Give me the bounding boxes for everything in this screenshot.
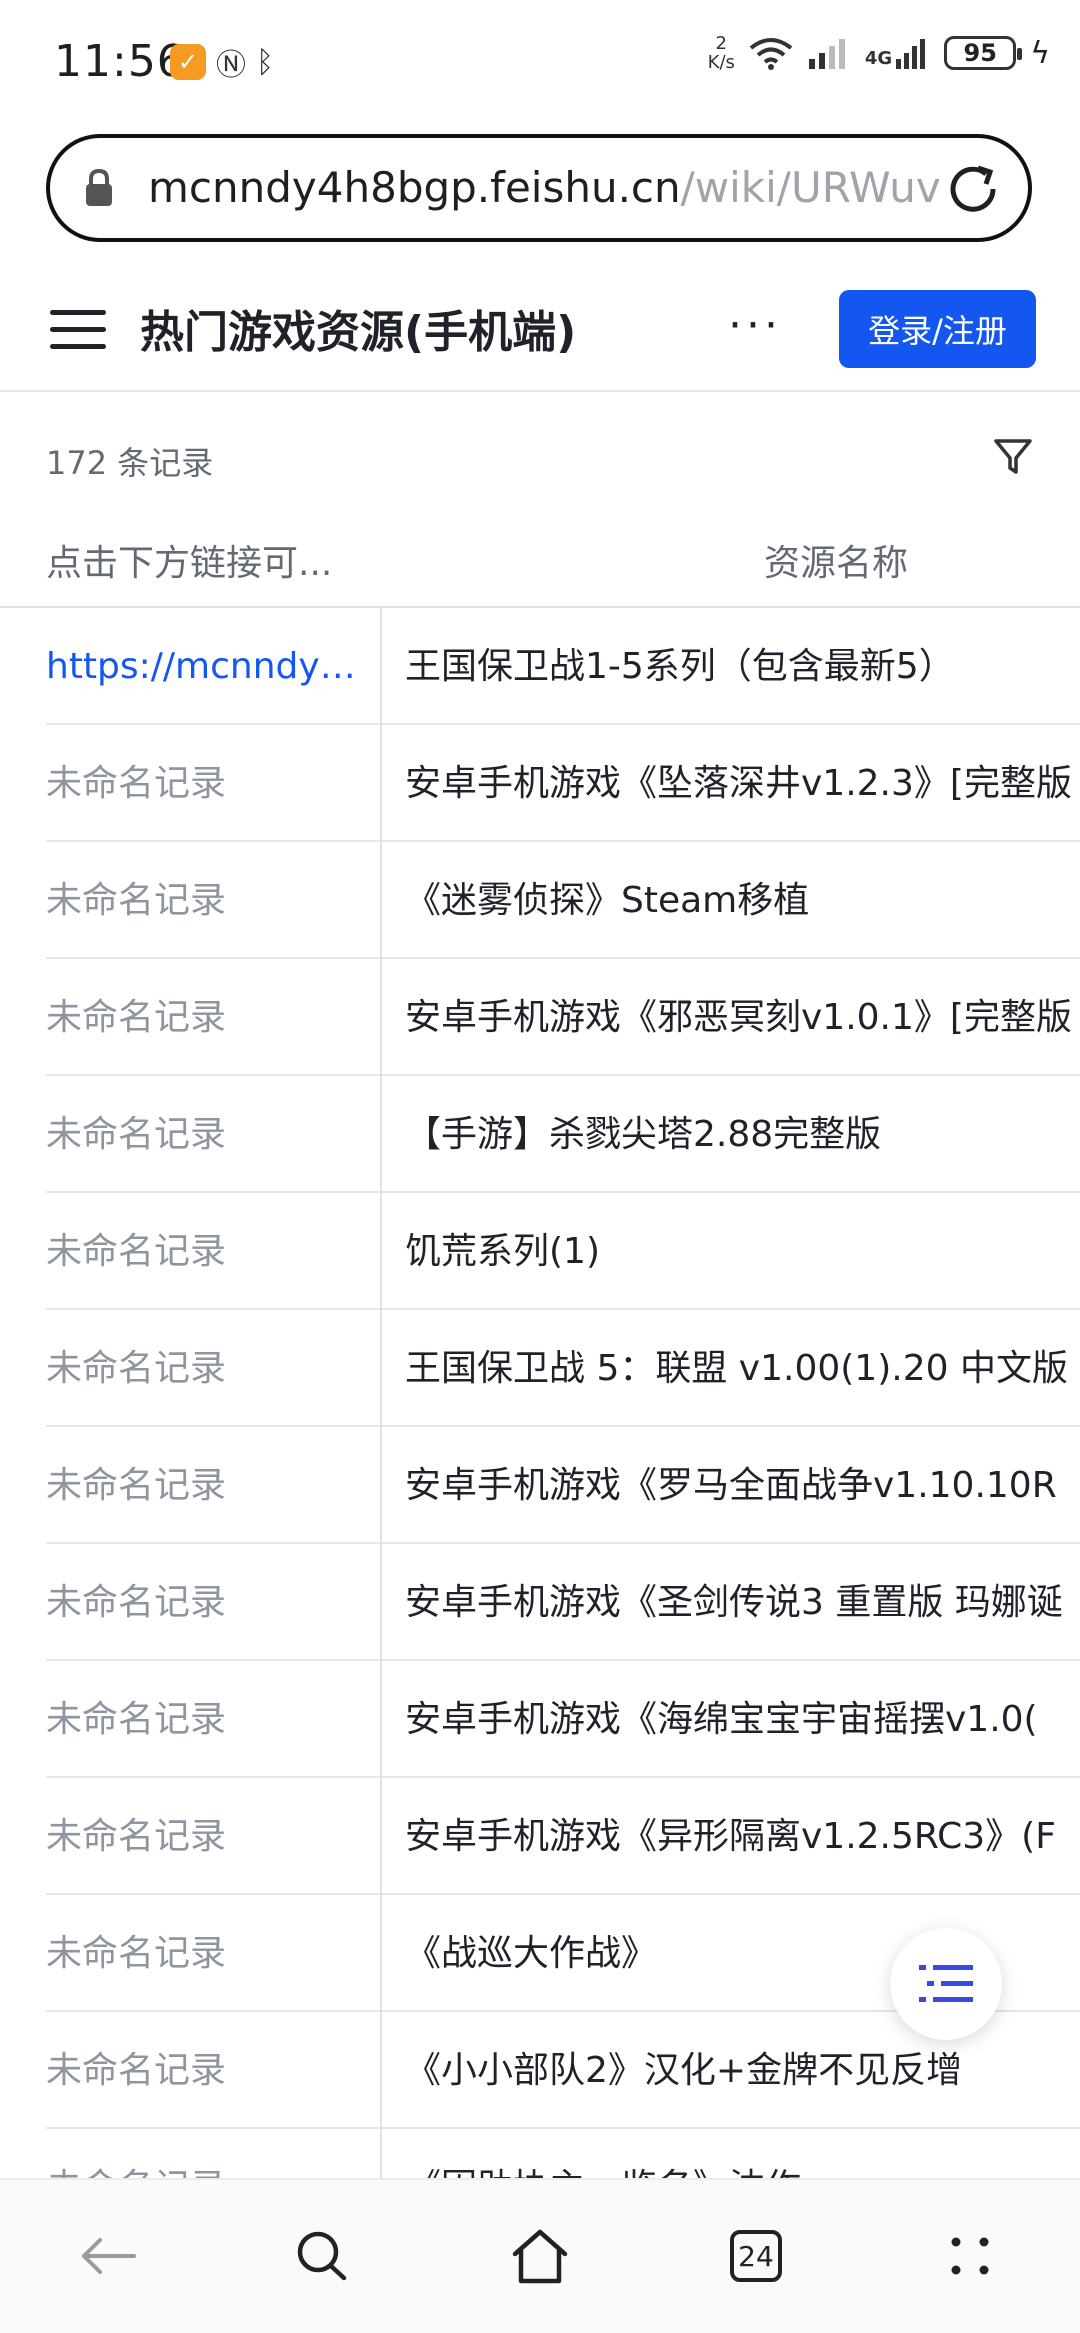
column-header-resource-name[interactable]: 资源名称 [764,534,908,586]
home-icon [512,2229,568,2284]
resource-name-cell: 安卓手机游戏《坠落深井v1.2.3》[完整版 [405,763,1072,804]
column-header-link[interactable]: 点击下方链接可... [46,534,366,586]
url-text[interactable]: mcnndy4h8bgp.feishu.cn/wiki/URWuv [148,158,956,218]
app-header: 热门游戏资源(手机端) ··· 登录/注册 [0,286,1080,392]
link-cell: 未命名记录 [46,1231,227,1272]
column-divider [380,608,382,2178]
reload-icon[interactable] [944,160,1002,218]
resource-name-cell: 《迷雾侦探》Steam移植 [405,880,810,921]
status-left-icons: ✓ Ⓝ ᛒ [170,40,274,84]
resource-name-cell: 《因助协主一览名》沈作 [405,2129,1080,2178]
resource-name-cell: 安卓手机游戏《海绵宝宝宇宙摇摆v1.0( [405,1699,1038,1740]
table-row[interactable]: 未命名记录 【手游】杀戮尖塔2.88完整版 [0,1076,1080,1193]
app-notification-icon: ✓ [170,44,206,80]
table-row[interactable]: 未命名记录 安卓手机游戏《罗马全面战争v1.10.10R [0,1427,1080,1544]
battery-level: 95 [963,39,997,67]
list-outline-icon [919,1965,973,2002]
status-right-icons: 2 K/s 4G 95 ϟ [708,34,1050,72]
table-row[interactable]: 未命名记录 王国保卫战 5：联盟 v1.00(1).20 中文版 [0,1310,1080,1427]
resource-name-cell: 安卓手机游戏《圣剑传说3 重置版 玛娜诞 [405,1582,1063,1623]
search-button[interactable] [282,2216,362,2296]
nfc-icon: Ⓝ [216,48,246,83]
link-cell[interactable]: https://mcnndy4... [46,608,366,725]
tab-count-icon: 24 [730,2230,782,2282]
signal-4g-icon: 4G [865,37,930,69]
resource-name-cell: 安卓手机游戏《邪恶冥刻v1.0.1》[完整版 [405,997,1072,1038]
table-row[interactable]: 未命名记录 饥荒系列(1) [0,1193,1080,1310]
table-row[interactable]: 未命名记录 安卓手机游戏《圣剑传说3 重置版 玛娜诞 [0,1544,1080,1661]
link-cell: 未命名记录 [46,1816,227,1857]
tabs-button[interactable]: 24 [716,2216,796,2296]
net-speed-value: 2 [715,33,727,54]
table-row[interactable]: 未命名记录 安卓手机游戏《坠落深井v1.2.3》[完整版 [0,725,1080,842]
login-register-button[interactable]: 登录/注册 [839,290,1036,368]
table-row[interactable]: 未命名记录 安卓手机游戏《海绵宝宝宇宙摇摆v1.0( [0,1661,1080,1778]
table-row[interactable]: https://mcnndy4... 王国保卫战1-5系列（包含最新5） [0,608,1080,725]
bluetooth-icon: ᛒ [256,44,274,80]
more-menu-button[interactable] [930,2216,1010,2296]
link-cell: 未命名记录 [46,997,227,1038]
resource-name-cell: 【手游】杀戮尖塔2.88完整版 [405,1114,882,1155]
table-row[interactable]: 未命名记录《因助协主一览名》沈作 [0,2129,1080,2178]
link-cell: 未命名记录 [46,1465,227,1506]
page-title: 热门游戏资源(手机端) [140,307,577,358]
hamburger-menu-icon[interactable] [50,310,106,358]
url-host: mcnndy4h8bgp.feishu.cn [148,163,681,212]
net-speed-unit: K/s [707,52,735,73]
link-cell: 未命名记录 [46,763,227,804]
table-row[interactable]: 未命名记录 《迷雾侦探》Steam移植 [0,842,1080,959]
link-cell: 未命名记录 [46,1582,227,1623]
resource-name-cell: 王国保卫战1-5系列（包含最新5） [405,646,955,687]
status-time: 11:56 [54,36,186,87]
status-bar: 11:56 ✓ Ⓝ ᛒ 2 K/s 4G 95 ϟ [0,0,1080,125]
link-cell: 未命名记录 [46,1699,227,1740]
link-cell: 未命名记录 [46,880,227,921]
outline-fab-button[interactable] [890,1928,1002,2040]
resource-name-cell: 饥荒系列(1) [405,1231,600,1272]
network-type: 4G [864,48,893,69]
back-arrow-icon [82,2238,136,2274]
more-options-icon[interactable]: ··· [728,300,782,351]
wifi-icon [749,38,793,70]
filter-icon[interactable] [992,436,1034,478]
url-path: /wiki/URWuv [680,163,941,212]
signal-icon [808,39,845,69]
resource-name-cell: 王国保卫战 5：联盟 v1.00(1).20 中文版 [405,1348,1068,1389]
back-button[interactable] [68,2216,148,2296]
link-cell: 未命名记录 [46,1348,227,1389]
resource-name-cell: 安卓手机游戏《罗马全面战争v1.10.10R [405,1465,1057,1506]
home-button[interactable] [500,2216,580,2296]
address-bar[interactable]: mcnndy4h8bgp.feishu.cn/wiki/URWuv [46,134,1032,242]
resource-name-cell: 《小小部队2》汉化+金牌不见反增 [405,2050,963,2091]
lock-icon [86,168,112,206]
charging-icon: ϟ [1030,35,1050,71]
resource-name-cell: 安卓手机游戏《异形隔离v1.2.5RC3》(F [405,1816,1056,1857]
record-count: 172 条记录 [46,444,214,482]
table-row[interactable]: 未命名记录 安卓手机游戏《邪恶冥刻v1.0.1》[完整版 [0,959,1080,1076]
dots-grid-icon [951,2237,989,2275]
table-row[interactable]: 未命名记录 安卓手机游戏《异形隔离v1.2.5RC3》(F [0,1778,1080,1895]
link-cell: 未命名记录 [46,2050,227,2091]
net-speed: 2 K/s [708,34,735,72]
battery-icon: 95 [944,36,1023,70]
link-cell: 未命名记录 [46,1114,227,1155]
link-cell: 未命名记录 [46,2129,366,2178]
link-cell: 未命名记录 [46,1933,227,1974]
search-icon [297,2231,347,2281]
browser-bottom-nav: 24 [0,2178,1080,2333]
